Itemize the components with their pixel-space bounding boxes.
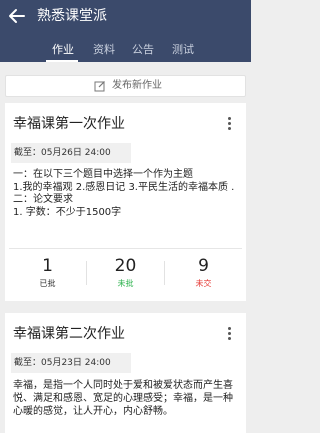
assignment-card[interactable]: 幸福课第一次作业 截至：05月26日 24:00 一：在以下三个题目中选择一个作… bbox=[5, 103, 246, 301]
not-submitted-count: 9 bbox=[198, 256, 209, 276]
app-header: 熟悉课堂派 作业 资料 公告 测试 bbox=[0, 0, 251, 62]
tab-bar: 作业 资料 公告 测试 bbox=[0, 44, 251, 62]
stat-not-submitted[interactable]: 9 未交 bbox=[165, 249, 242, 294]
more-options-icon[interactable] bbox=[228, 117, 232, 132]
submission-stats: 1 已批 20 未批 9 未交 bbox=[9, 248, 242, 294]
graded-label: 已批 bbox=[39, 279, 56, 288]
publish-label: 发布新作业 bbox=[112, 80, 162, 91]
not-submitted-label: 未交 bbox=[195, 279, 212, 288]
stat-ungraded[interactable]: 20 未批 bbox=[87, 249, 164, 294]
publish-homework-button[interactable]: 发布新作业 bbox=[5, 75, 246, 97]
tab-tests[interactable]: 测试 bbox=[172, 44, 194, 56]
ungraded-label: 未批 bbox=[117, 279, 134, 288]
active-tab-indicator bbox=[46, 60, 78, 62]
tab-announcements[interactable]: 公告 bbox=[132, 44, 154, 56]
stat-graded[interactable]: 1 已批 bbox=[9, 249, 86, 294]
tab-materials[interactable]: 资料 bbox=[93, 44, 115, 56]
graded-count: 1 bbox=[42, 256, 53, 276]
assignment-card[interactable]: 幸福课第二次作业 截至：05月23日 24:00 幸福，是指一个人同时处于爱和被… bbox=[5, 313, 246, 433]
page-title: 熟悉课堂派 bbox=[37, 8, 107, 24]
description-line: 一：在以下三个题目中选择一个作为主题 bbox=[13, 169, 193, 180]
edit-icon bbox=[94, 81, 105, 92]
more-options-icon[interactable] bbox=[228, 327, 232, 342]
assignment-title: 幸福课第一次作业 bbox=[13, 116, 125, 132]
description-line: 1. 字数：不少于1500字 bbox=[13, 206, 122, 218]
tab-homework[interactable]: 作业 bbox=[52, 44, 74, 56]
back-arrow-icon[interactable] bbox=[7, 6, 27, 26]
description-line: 幸福，是指一个人同时处于爱和被爱状态而产生喜悦、满足和感恩、宽足的心理感受；幸福… bbox=[13, 380, 233, 417]
assignment-description: 一：在以下三个题目中选择一个作为主题 1.我的幸福观 2.感恩日记 3.平民生活… bbox=[13, 169, 239, 219]
ungraded-count: 20 bbox=[114, 256, 137, 276]
description-line: 1.我的幸福观 2.感恩日记 3.平民生活的幸福本质 . bbox=[13, 181, 235, 193]
assignment-title: 幸福课第二次作业 bbox=[13, 326, 125, 342]
deadline-badge: 截至：05月23日 24:00 bbox=[11, 353, 131, 373]
deadline-badge: 截至：05月26日 24:00 bbox=[11, 143, 131, 163]
description-line: 二：论文要求 bbox=[13, 194, 73, 205]
assignment-description: 幸福，是指一个人同时处于爱和被爱状态而产生喜悦、满足和感恩、宽足的心理感受；幸福… bbox=[13, 379, 239, 418]
